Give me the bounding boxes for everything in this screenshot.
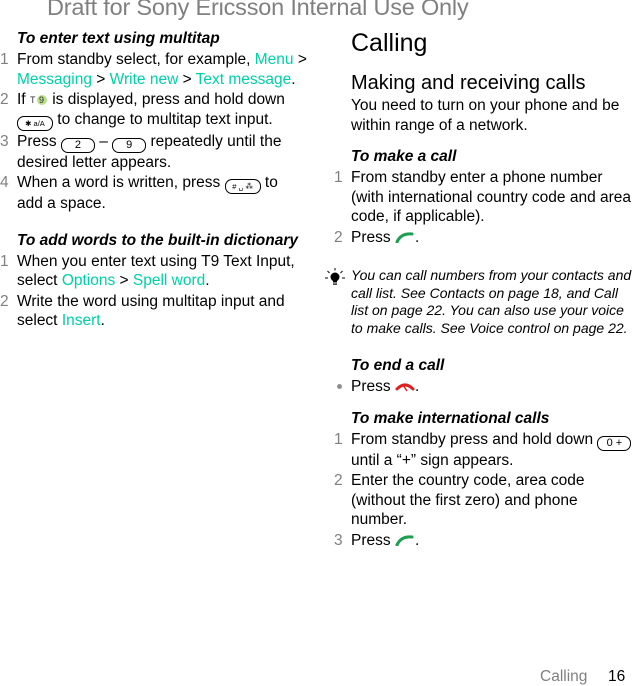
tip-text: You can call numbers from your contacts … bbox=[351, 267, 632, 336]
draft-watermark: Draft for Sony Ericsson Internal Use Onl… bbox=[47, 0, 469, 20]
international-heading: To make international calls bbox=[351, 409, 550, 427]
multitap-step-4: 4 When a word is written, press # ␣ ⁂ to … bbox=[0, 173, 307, 214]
step-end: . bbox=[414, 378, 420, 395]
t9-icon: T9 bbox=[30, 95, 47, 105]
step-text: When a word is written, press bbox=[17, 174, 225, 191]
footer-section-name: Calling bbox=[540, 668, 588, 685]
multitap-step-1: 1 From standby select, for example, Menu … bbox=[0, 50, 307, 89]
lightbulb-icon bbox=[325, 268, 345, 285]
international-step-2: 2 Enter the country code, area code (with… bbox=[334, 471, 637, 530]
dictionary-step-2: 2 Write the word using multitap input and… bbox=[0, 292, 307, 331]
multitap-heading: To enter text using multitap bbox=[17, 30, 220, 47]
step-number: 3 bbox=[334, 531, 343, 549]
step-end: . bbox=[414, 531, 420, 549]
step-number: 1 bbox=[0, 51, 9, 68]
call-icon bbox=[395, 534, 414, 546]
step-end: . bbox=[291, 70, 296, 88]
step-text: Press bbox=[351, 531, 395, 549]
svg-text:T: T bbox=[30, 95, 36, 105]
key-2-icon: 2 bbox=[60, 137, 95, 153]
international-step-1: 1 From standby press and hold down 0 + un… bbox=[334, 430, 637, 471]
dictionary-heading: To add words to the built-in dictionary bbox=[17, 231, 298, 249]
key-9-icon: 9 bbox=[112, 137, 147, 153]
step-text: until a “+” sign appears. bbox=[351, 451, 514, 469]
step-end: . bbox=[414, 228, 420, 246]
step-text: From standby press and hold down bbox=[351, 430, 598, 448]
dictionary-step-1: 1 When you enter text using T9 Text Input… bbox=[0, 252, 307, 291]
multitap-step-3: 3 Press 2 – 9 repeatedly until the desire… bbox=[0, 132, 307, 173]
insert-link[interactable]: Insert bbox=[62, 312, 101, 329]
star-key-icon: ✱ a/A bbox=[17, 115, 53, 131]
make-call-step-1: 1 From standby enter a phone number (with… bbox=[334, 168, 637, 227]
separator: > bbox=[178, 70, 196, 88]
step-end: . bbox=[100, 312, 105, 329]
messaging-link[interactable]: Messaging bbox=[17, 71, 92, 88]
step-text: Press bbox=[351, 228, 395, 246]
dash: – bbox=[94, 132, 113, 150]
intro-text: You need to turn on your phone and be wi… bbox=[351, 97, 620, 134]
step-text: is displayed, press and hold down bbox=[47, 91, 285, 108]
step-number: 1 bbox=[0, 252, 9, 270]
text-message-link[interactable]: Text message bbox=[196, 71, 292, 88]
step-text: Press bbox=[351, 378, 395, 395]
spell-word-link[interactable]: Spell word bbox=[133, 272, 205, 289]
step-number: 4 bbox=[0, 174, 9, 191]
chapter-title: Calling bbox=[351, 29, 428, 57]
make-call-step-2: 2 Press . bbox=[334, 228, 637, 248]
page-number: 16 bbox=[608, 668, 626, 685]
step-end: . bbox=[205, 272, 210, 289]
options-link[interactable]: Options bbox=[62, 272, 115, 289]
step-number: 2 bbox=[0, 292, 9, 310]
end-call-icon bbox=[395, 383, 415, 392]
step-text: From standby enter a phone number (with … bbox=[351, 169, 632, 225]
call-icon bbox=[395, 231, 414, 243]
multitap-step-2: 2 If T9 is displayed, press and hold down… bbox=[0, 90, 307, 131]
step-number: 3 bbox=[0, 132, 9, 150]
right-column: Calling Making and receiving calls You n… bbox=[325, 28, 637, 551]
step-text: From standby select, for example, bbox=[17, 51, 255, 68]
separator: > bbox=[293, 51, 307, 68]
end-call-heading: To end a call bbox=[351, 357, 445, 374]
step-text: Write the word using multitap input and … bbox=[17, 292, 285, 330]
svg-text:9: 9 bbox=[39, 95, 44, 105]
step-number: 2 bbox=[0, 91, 9, 108]
left-column: To enter text using multitap 1 From stand… bbox=[0, 30, 307, 331]
step-text: Enter the country code, area code (witho… bbox=[351, 472, 585, 528]
section-title: Making and receiving calls bbox=[351, 72, 586, 94]
separator: > bbox=[115, 272, 133, 289]
step-text: Press bbox=[17, 132, 61, 150]
key-0-plus-icon: 0 + bbox=[597, 435, 632, 451]
step-text: If bbox=[17, 91, 30, 108]
make-call-heading: To make a call bbox=[351, 148, 457, 165]
step-number: 1 bbox=[334, 169, 343, 186]
end-call-step: Press . bbox=[337, 377, 637, 397]
international-step-3: 3 Press . bbox=[334, 531, 637, 551]
step-number: 2 bbox=[334, 228, 343, 246]
hash-key-icon: # ␣ ⁂ bbox=[224, 179, 261, 194]
step-text: to change to multitap text input. bbox=[53, 110, 273, 128]
tip-note: You can call numbers from your contacts … bbox=[325, 267, 637, 337]
bullet bbox=[337, 384, 342, 389]
menu-link[interactable]: Menu bbox=[255, 51, 294, 68]
step-number: 2 bbox=[334, 472, 343, 489]
write-new-link[interactable]: Write new bbox=[110, 71, 179, 88]
separator: > bbox=[91, 70, 110, 88]
step-number: 1 bbox=[334, 430, 343, 448]
